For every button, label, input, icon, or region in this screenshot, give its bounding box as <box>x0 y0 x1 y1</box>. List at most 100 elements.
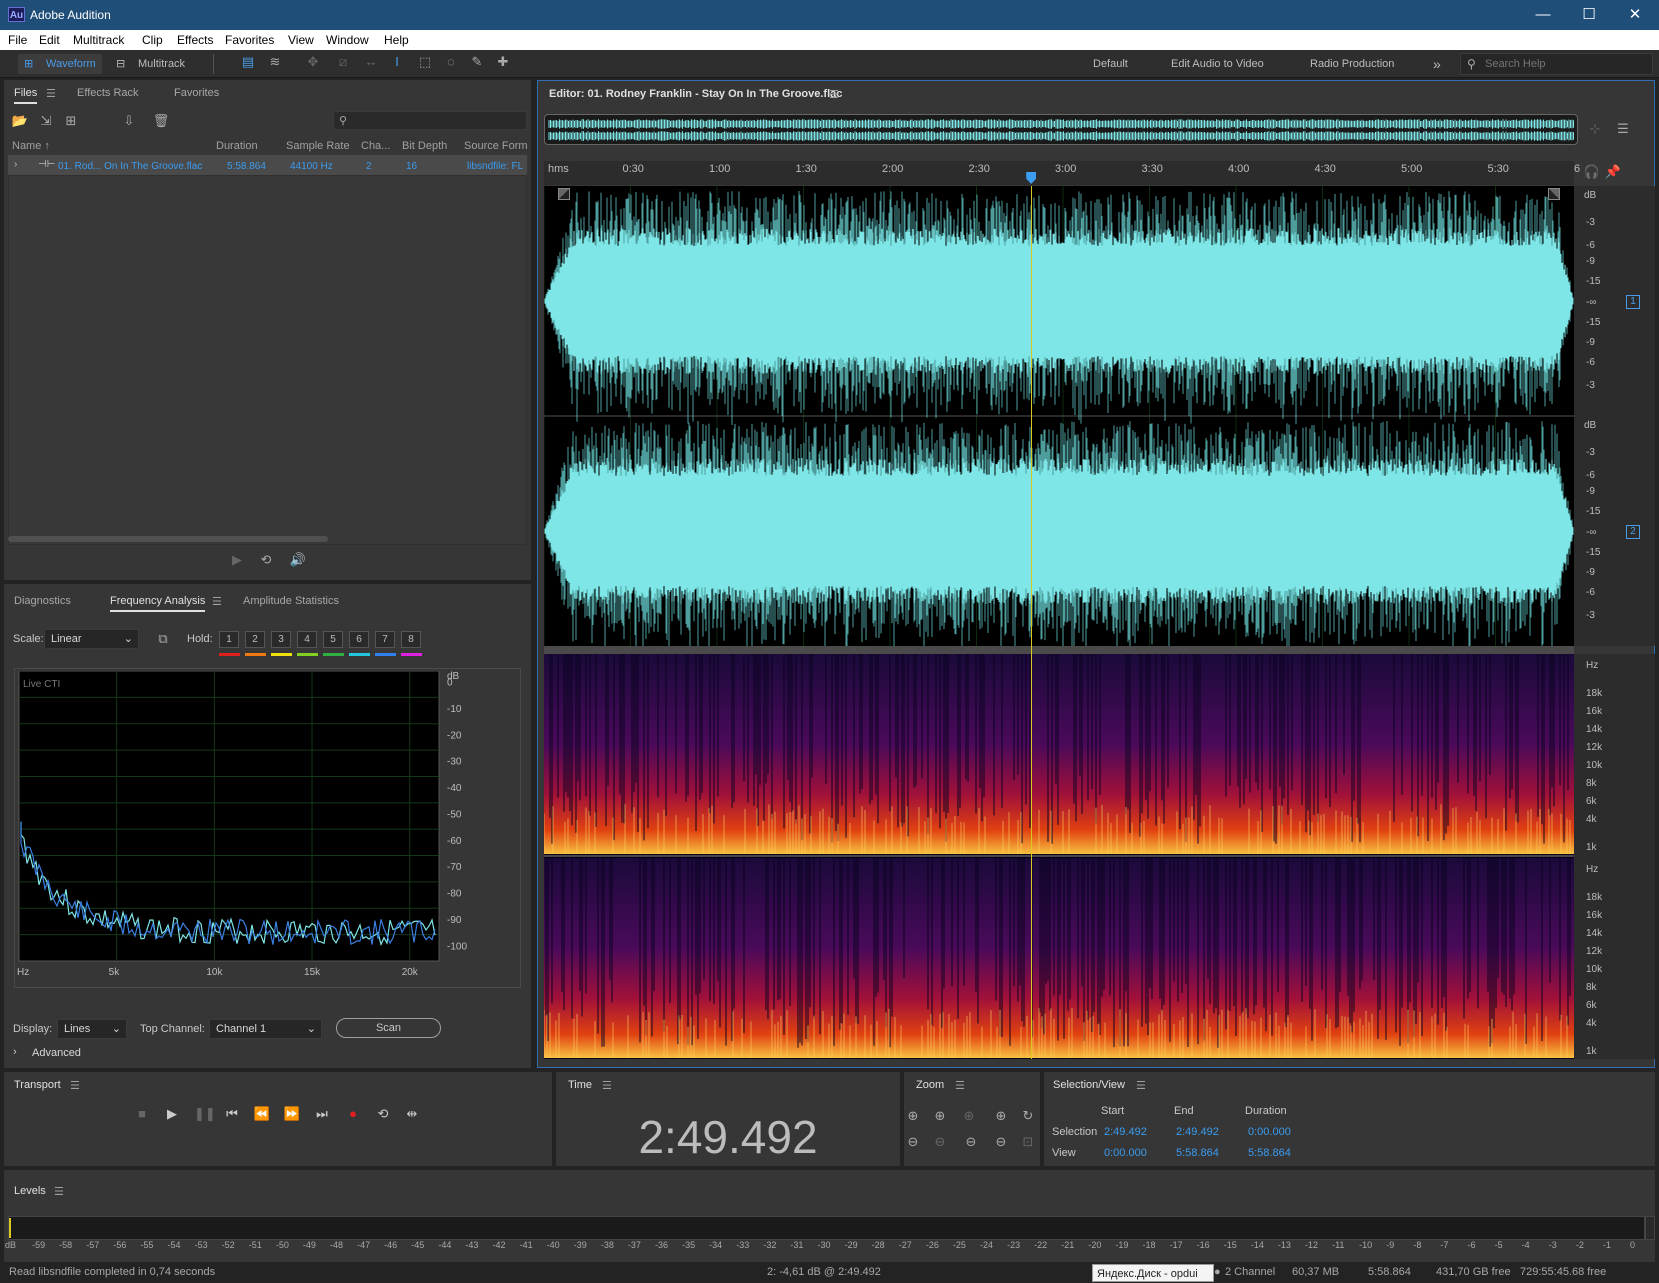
column-source-format[interactable]: Source Form... <box>464 140 527 152</box>
menu-edit[interactable]: Edit <box>39 33 60 47</box>
spectral-divider-handle[interactable] <box>544 646 1574 654</box>
pin-icon[interactable]: 📌 <box>1604 164 1622 180</box>
tab-effects-rack[interactable]: Effects Rack <box>77 87 139 99</box>
analysis-panel-menu-icon[interactable]: ☰ <box>212 595 222 608</box>
hold-button-5[interactable]: 5 <box>323 631 343 648</box>
search-help-field[interactable]: ⚲ <box>1460 53 1653 75</box>
record-icon[interactable]: ● <box>344 1106 362 1121</box>
column-duration[interactable]: Duration <box>216 140 258 152</box>
loop-playback-icon[interactable]: ⟲ <box>374 1106 392 1122</box>
display-dropdown[interactable]: Lines ⌄ <box>57 1019 127 1039</box>
workspace-radio-production[interactable]: Radio Production <box>1310 54 1394 74</box>
workspace-edit-audio-to-video[interactable]: Edit Audio to Video <box>1171 54 1264 74</box>
skip-selection-icon[interactable]: ⇹ <box>403 1106 421 1122</box>
hold-button-4[interactable]: 4 <box>297 631 317 648</box>
scale-dropdown[interactable]: Linear ⌄ <box>44 629 139 649</box>
zoom-fit-icon[interactable]: ⊡ <box>1019 1134 1037 1150</box>
slip-tool-icon[interactable]: ↔ <box>361 54 381 69</box>
advanced-expand-icon[interactable]: › <box>13 1046 17 1058</box>
marquee-tool-icon[interactable]: ⬚ <box>415 54 435 70</box>
hold-button-7[interactable]: 7 <box>375 631 395 648</box>
zoom-in-point-icon[interactable]: ⊕ <box>960 1108 978 1124</box>
selection-end[interactable]: 2:49.492 <box>1176 1126 1219 1138</box>
menu-effects[interactable]: Effects <box>177 33 213 47</box>
view-end[interactable]: 5:58.864 <box>1176 1147 1219 1159</box>
tab-files[interactable]: Files <box>14 87 38 104</box>
transport-menu-icon[interactable]: ☰ <box>70 1079 80 1092</box>
waveform-display[interactable] <box>544 186 1574 646</box>
selection-start[interactable]: 2:49.492 <box>1104 1126 1147 1138</box>
menu-favorites[interactable]: Favorites <box>225 33 274 47</box>
zoom-out-full-icon[interactable]: ⊖ <box>992 1134 1010 1150</box>
search-help-input[interactable] <box>1485 56 1645 72</box>
stop-icon[interactable]: ■ <box>133 1106 151 1121</box>
razor-tool-icon[interactable]: ⧄ <box>333 54 353 70</box>
spectral-display-icon[interactable]: ▤ <box>238 54 258 70</box>
open-file-icon[interactable]: 📂 <box>11 113 29 129</box>
workspace-default[interactable]: Default <box>1093 54 1128 74</box>
preview-loop-icon[interactable]: ⟲ <box>257 552 275 568</box>
menu-window[interactable]: Window <box>326 33 369 47</box>
close-button[interactable]: ✕ <box>1612 0 1658 30</box>
levels-menu-icon[interactable]: ☰ <box>54 1185 64 1198</box>
rewind-icon[interactable]: ⏪ <box>253 1106 271 1122</box>
spectral-display[interactable] <box>544 654 1574 1059</box>
new-file-icon[interactable]: ⊞ <box>62 113 80 129</box>
delete-file-icon[interactable]: 🗑 <box>152 113 170 129</box>
files-search-input[interactable]: ⚲ <box>333 111 527 130</box>
column-sample-rate[interactable]: Sample Rate <box>286 140 350 152</box>
view-duration[interactable]: 5:58.864 <box>1248 1147 1291 1159</box>
fade-in-handle-icon[interactable] <box>558 188 570 200</box>
minimize-button[interactable]: — <box>1520 0 1566 30</box>
move-tool-icon[interactable]: ✥ <box>303 54 323 70</box>
import-file-icon[interactable]: ⇲ <box>37 113 55 129</box>
channel-2-toggle[interactable]: 2 <box>1626 525 1640 539</box>
multitrack-view-button[interactable]: ⊟ Multitrack <box>112 54 196 74</box>
zoom-reset-icon[interactable]: ↻ <box>1019 1108 1037 1124</box>
workspace-overflow-icon[interactable]: » <box>1433 54 1441 74</box>
pitch-display-icon[interactable]: ≋ <box>265 54 285 70</box>
menu-help[interactable]: Help <box>384 33 409 47</box>
selection-view-menu-icon[interactable]: ☰ <box>1136 1079 1146 1092</box>
preview-play-icon[interactable]: ▶ <box>228 552 246 568</box>
waveform-view-button[interactable]: ⊞ Waveform <box>18 54 102 74</box>
fade-out-handle-icon[interactable] <box>1548 188 1560 200</box>
channel-1-toggle[interactable]: 1 <box>1626 295 1640 309</box>
advanced-toggle[interactable]: Advanced <box>32 1047 81 1059</box>
column-name[interactable]: Name ↑ <box>12 140 50 152</box>
tab-diagnostics[interactable]: Diagnostics <box>14 595 71 607</box>
capture-snapshot-icon[interactable]: ⧉ <box>155 631 171 647</box>
time-selection-tool-icon[interactable]: I <box>387 54 407 69</box>
view-start[interactable]: 0:00.000 <box>1104 1147 1147 1159</box>
zoom-menu-icon[interactable]: ☰ <box>955 1079 965 1092</box>
waveform-overview[interactable] <box>544 114 1578 145</box>
fast-forward-icon[interactable]: ⏩ <box>283 1106 301 1122</box>
healing-tool-icon[interactable]: ✚ <box>493 54 513 70</box>
top-channel-dropdown[interactable]: Channel 1 ⌄ <box>209 1019 322 1039</box>
hold-button-6[interactable]: 6 <box>349 631 369 648</box>
skip-to-end-icon[interactable]: ⏭ <box>313 1106 331 1122</box>
pause-icon[interactable]: ❚❚ <box>194 1106 216 1122</box>
zoom-selection-icon[interactable]: ⊕ <box>992 1108 1010 1124</box>
tab-favorites[interactable]: Favorites <box>174 87 219 99</box>
play-icon[interactable]: ▶ <box>163 1106 181 1122</box>
zoom-out-left-icon[interactable]: ⊖ <box>962 1134 980 1150</box>
auto-play-icon[interactable]: 🔊 <box>289 552 307 568</box>
zoom-to-selection-icon[interactable]: ⊹ <box>1585 121 1605 137</box>
selection-duration[interactable]: 0:00.000 <box>1248 1126 1291 1138</box>
menu-view[interactable]: View <box>288 33 314 47</box>
files-panel-menu-icon[interactable]: ☰ <box>46 87 56 100</box>
editor-settings-icon[interactable]: ☰ <box>1613 121 1633 137</box>
tab-amplitude-statistics[interactable]: Amplitude Statistics <box>243 595 339 607</box>
headphones-icon[interactable]: 🎧 <box>1583 164 1601 180</box>
hold-button-1[interactable]: 1 <box>219 631 239 648</box>
time-menu-icon[interactable]: ☰ <box>602 1079 612 1092</box>
insert-into-multitrack-icon[interactable]: ⇩ <box>120 113 138 129</box>
brush-tool-icon[interactable]: ✎ <box>467 54 487 70</box>
zoom-out-time-icon[interactable]: ⊖ <box>931 1134 949 1150</box>
lasso-tool-icon[interactable]: ◌ <box>441 54 461 69</box>
menu-clip[interactable]: Clip <box>142 33 163 47</box>
column-channels[interactable]: Cha... <box>361 140 390 152</box>
clip-indicator[interactable] <box>1645 1216 1655 1240</box>
maximize-button[interactable]: ☐ <box>1566 0 1612 30</box>
